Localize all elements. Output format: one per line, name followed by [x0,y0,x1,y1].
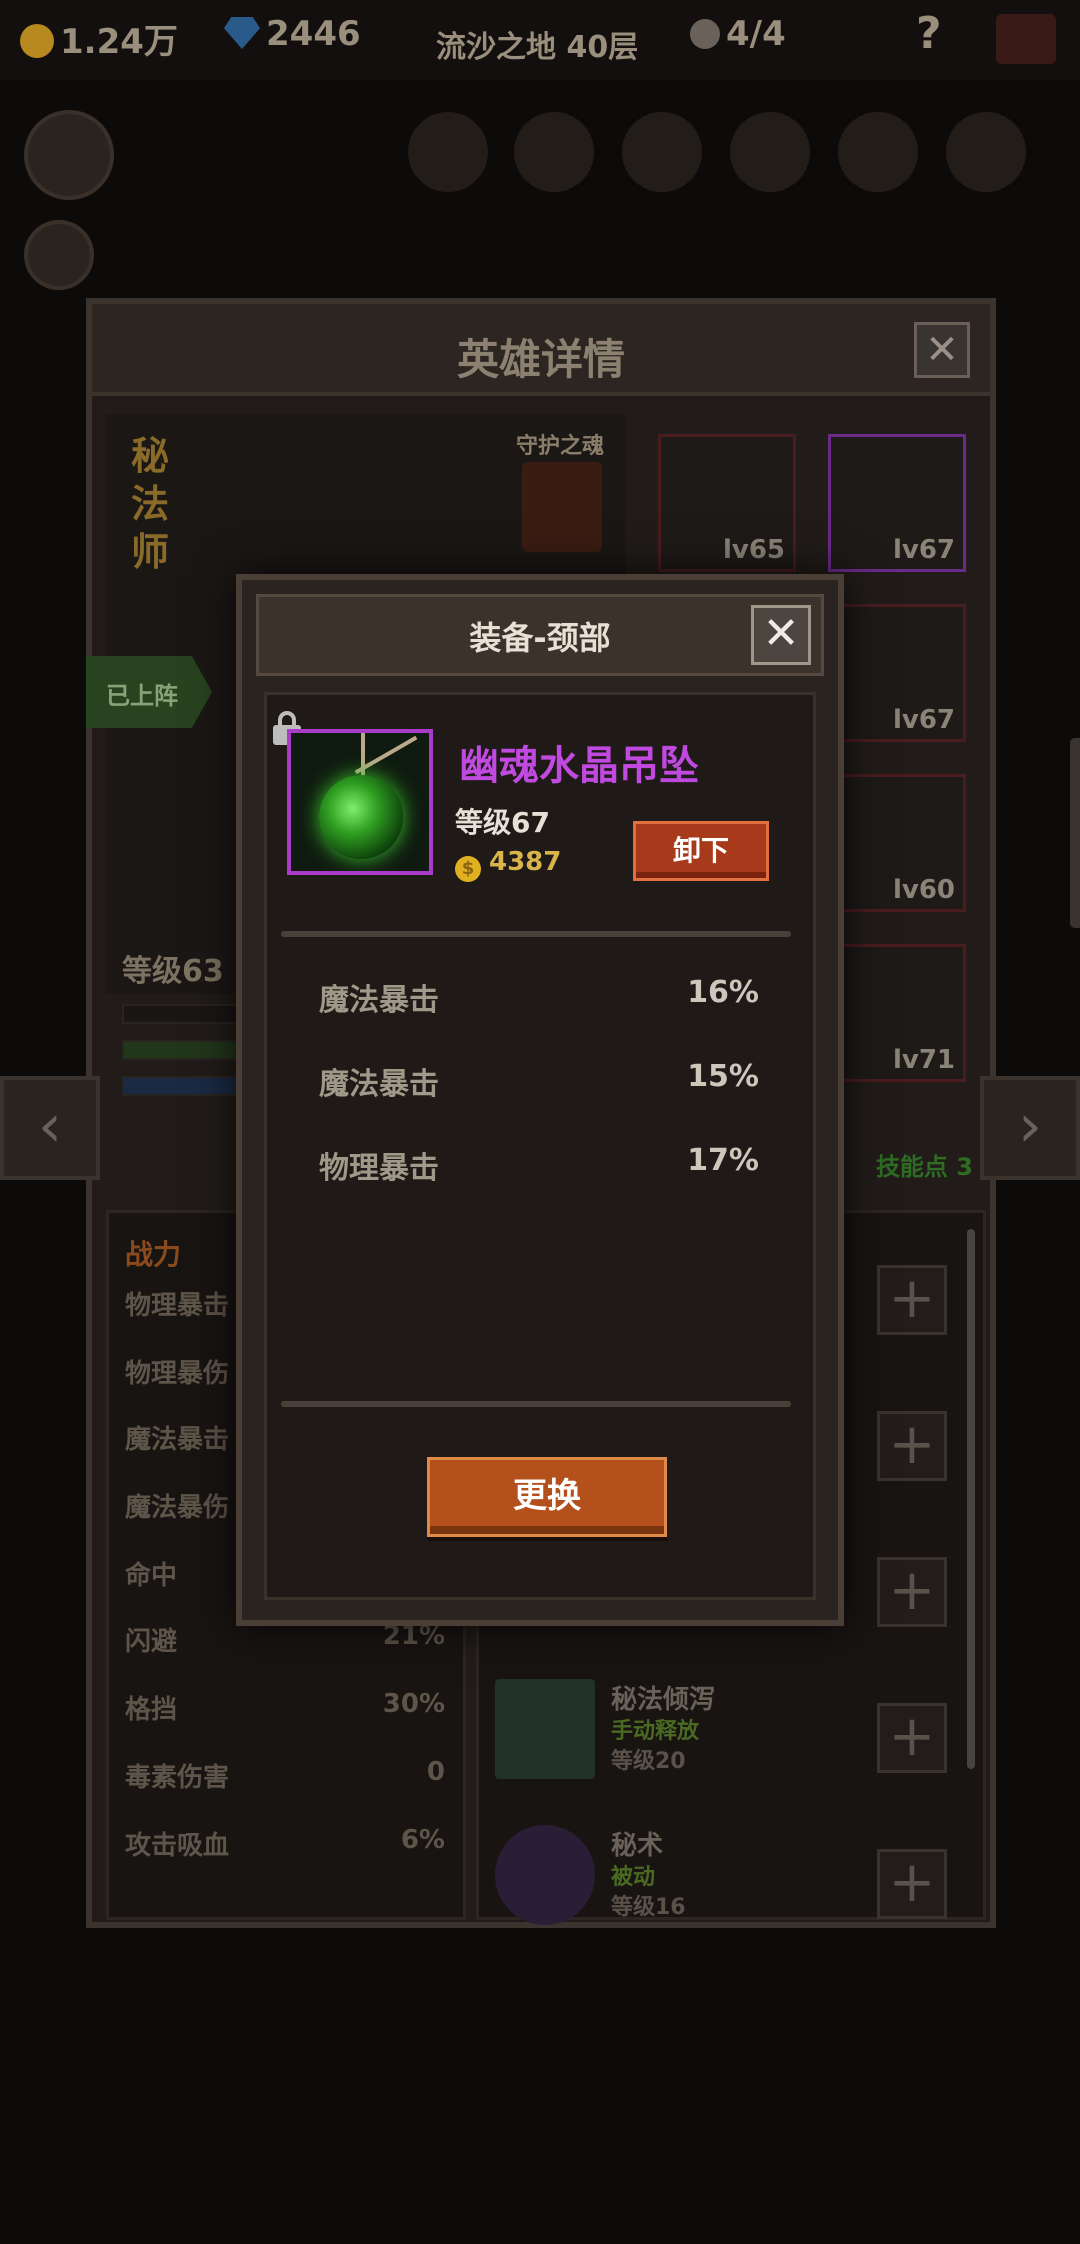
modal-close-button[interactable]: ✕ [751,605,811,665]
skill-upgrade-button[interactable]: + [877,1411,947,1481]
skill-slot-icon[interactable] [946,112,1026,192]
item-icon-pendant [287,729,433,875]
hero-portrait[interactable] [24,110,114,200]
modal-body: 幽魂水晶吊坠 等级67 $4387 卸下 魔法暴击 16% 魔法暴击 15% 物理暴… [264,692,816,1600]
next-hero-arrow-icon[interactable]: › [980,1076,1080,1180]
skill-slot-icon[interactable] [730,112,810,192]
gold-coin-icon [20,24,54,58]
skill-upgrade-button[interactable]: + [877,1703,947,1773]
stat-row: 格挡 30% [125,1689,445,1725]
divider [281,931,791,937]
unequip-button[interactable]: 卸下 [633,821,769,881]
stat-row: 毒素伤害 0 [125,1757,445,1793]
equipment-modal: 装备-颈部 ✕ 幽魂水晶吊坠 等级67 $4387 卸下 魔法暴击 16% 魔法暴… [236,574,844,1626]
skill-slot-icon[interactable] [514,112,594,192]
attribute-row: 魔法暴击 15% [319,1059,759,1102]
hero-panel-header: 英雄详情 ✕ [92,304,990,396]
hero-level: 等级63 [122,954,224,989]
hero-class-name: 秘法师 [130,434,169,574]
stats-header: 战力 [125,1238,182,1271]
stat-row: 攻击吸血 6% [125,1825,445,1861]
skill-upgrade-button[interactable]: + [877,1265,947,1335]
skill-upgrade-button[interactable]: + [877,1849,947,1919]
skill-slot-icon[interactable] [622,112,702,192]
gold-counter: 1.24万 [20,14,178,63]
equip-slot-ring[interactable]: lv60 [828,774,966,912]
help-button[interactable]: ? [916,8,942,59]
stat-row: 闪避 21% [125,1621,445,1657]
mail-icon[interactable] [996,14,1056,64]
skill-slot-icon[interactable] [408,112,488,192]
skill-slot-icon[interactable] [838,112,918,192]
phoenix-icon[interactable] [522,462,602,552]
equip-slot-cloak[interactable]: lv65 [658,434,796,572]
arcane-skill-icon [495,1825,595,1925]
attribute-row: 魔法暴击 16% [319,975,759,1018]
hero-panel-title: 英雄详情 [456,335,625,384]
modal-header: 装备-颈部 ✕ [256,594,824,676]
equip-slot-armor[interactable]: lv67 [828,604,966,742]
arcane-pour-skill-icon [495,1679,595,1779]
key-counter: 4/4 [690,14,786,54]
item-name: 幽魂水晶吊坠 [459,743,699,789]
side-drawer-handle[interactable] [1070,738,1080,928]
attribute-row: 物理暴击 17% [319,1143,759,1186]
deployed-tag: 已上阵 [86,656,212,728]
gem-icon [224,17,260,49]
gold-coin-icon: $ [455,856,481,882]
equip-slot-neck[interactable]: lv67 [828,434,966,572]
hero-portrait[interactable] [24,220,94,290]
mp-bar [122,1076,242,1096]
item-price: $4387 [455,847,561,882]
xp-bar [122,1004,242,1024]
hp-bar [122,1040,242,1060]
modal-title: 装备-颈部 [469,619,611,657]
green-orb-icon [319,775,403,859]
gem-counter: 2446 [224,14,361,54]
equip-slot-belt[interactable]: lv71 [828,944,966,1082]
skill-points-label: 技能点 3 [875,1153,973,1181]
location-label: 流沙之地 40层 [436,30,639,65]
hero-panel-close-button[interactable]: ✕ [914,322,970,378]
guard-soul-label: 守护之魂 [516,434,605,459]
replace-button[interactable]: 更换 [427,1457,667,1537]
skull-icon [690,19,720,49]
item-level: 等级67 [455,806,550,839]
skills-scrollbar[interactable] [967,1229,975,1769]
skill-upgrade-button[interactable]: + [877,1557,947,1627]
prev-hero-arrow-icon[interactable]: ‹ [0,1076,100,1180]
divider [281,1401,791,1407]
